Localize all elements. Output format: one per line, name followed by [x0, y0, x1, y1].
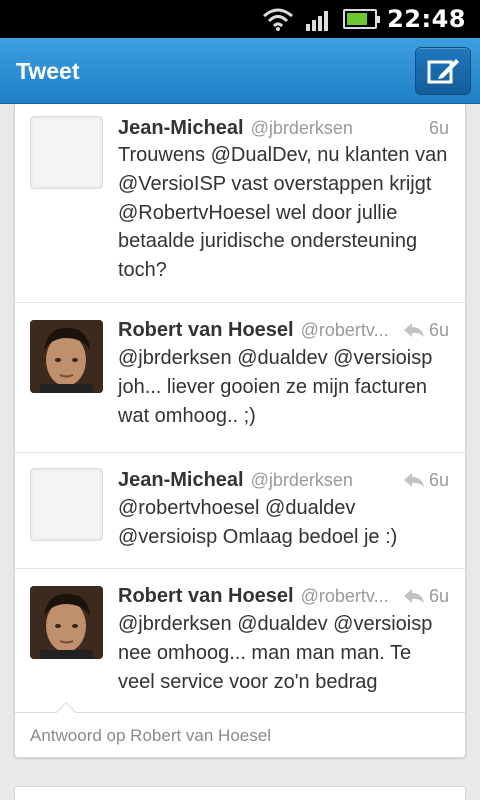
tweet-item[interactable]: Robert van Hoesel @robertv... 6u @jbrderkse… — [15, 569, 465, 715]
tweet-text: @robertvhoesel @dualdev @versioisp Omlaa… — [118, 497, 398, 548]
tweet-author-name: Robert van Hoesel — [118, 584, 294, 607]
tweet-text: @jbrderksen @dualdev @versioisp nee omho… — [118, 613, 433, 693]
page-title: Tweet — [16, 58, 80, 84]
tweet-time: 6u — [428, 585, 449, 606]
tweet-item[interactable]: Jean-Micheal @jbrderksen 6u @robertvhoesel … — [15, 453, 465, 569]
avatar[interactable] — [30, 116, 103, 189]
clock: 22:48 — [387, 5, 466, 33]
tweet-author-name: Robert van Hoesel — [118, 318, 294, 341]
tweet-item[interactable]: Robert van Hoesel @robertv... 6u @jbrderkse… — [15, 303, 465, 453]
compose-button[interactable] — [415, 47, 471, 95]
reply-bar[interactable]: Antwoord op Robert van Hoesel — [15, 702, 465, 757]
battery-level — [347, 13, 367, 25]
conversation-card: Jean-Micheal @jbrderksen 6u Trouwens @DualD… — [14, 104, 466, 758]
tweet-meta: 6u — [403, 586, 449, 607]
reply-placeholder: Antwoord op Robert van Hoesel — [30, 726, 271, 745]
tweet-time: 6u — [428, 117, 449, 138]
tweet-meta: 6u — [403, 320, 449, 341]
wifi-icon — [263, 8, 294, 31]
compose-icon — [427, 59, 459, 84]
reply-icon — [403, 473, 424, 487]
tweet-text: @jbrderksen @dualdev @versioisp joh... l… — [118, 347, 433, 427]
avatar[interactable] — [30, 320, 103, 393]
next-card — [14, 786, 466, 800]
action-bar: Tweet — [0, 38, 480, 104]
tweet-author-name: Jean-Micheal — [118, 468, 244, 491]
battery-icon — [343, 9, 381, 29]
avatar[interactable] — [30, 586, 103, 659]
reply-icon — [403, 323, 424, 337]
tweet-author-handle: @robertv... — [300, 585, 389, 606]
signal-icon — [306, 11, 329, 31]
tweet-item[interactable]: Jean-Micheal @jbrderksen 6u Trouwens @DualD… — [15, 104, 465, 303]
tweet-time: 6u — [428, 469, 449, 490]
reply-icon — [403, 589, 424, 603]
tweet-author-handle: @jbrderksen — [250, 117, 353, 138]
tweet-time: 6u — [428, 319, 449, 340]
tweet-meta: 6u — [403, 470, 449, 491]
tweet-meta: 6u — [429, 118, 449, 139]
status-bar: 22:48 — [0, 0, 480, 38]
avatar[interactable] — [30, 468, 103, 541]
tweet-author-handle: @jbrderksen — [250, 469, 353, 490]
tweet-author-name: Jean-Micheal — [118, 116, 244, 139]
tweet-author-handle: @robertv... — [300, 319, 389, 340]
tweet-text: Trouwens @DualDev, nu klanten van @Versi… — [118, 144, 448, 282]
